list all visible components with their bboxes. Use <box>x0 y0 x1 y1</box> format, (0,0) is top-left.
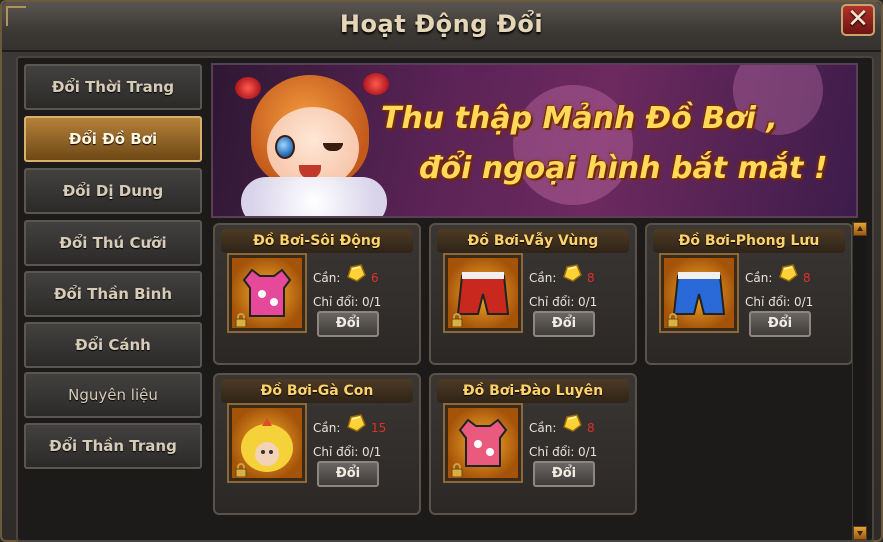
limit-value: 0/1 <box>362 445 382 459</box>
cost-value: 15 <box>371 421 387 435</box>
cost-label: Cần: <box>745 271 773 285</box>
lock-icon <box>450 312 464 328</box>
sidebar-item-di-dung[interactable]: Đổi Dị Dung <box>24 168 202 214</box>
sidebar-item-thoi-trang[interactable]: Đổi Thời Trang <box>24 64 202 110</box>
sidebar-item-thu-cuoi[interactable]: Đổi Thú Cưỡi <box>24 220 202 266</box>
lock-icon <box>234 312 248 328</box>
limit-value: 0/1 <box>578 295 598 309</box>
exchange-button[interactable]: Đổi <box>317 461 379 487</box>
cost-label: Cần: <box>313 421 341 435</box>
mascot-bow <box>363 73 389 95</box>
item-slot[interactable] <box>661 255 737 331</box>
sidebar-item-canh[interactable]: Đổi Cánh <box>24 322 202 368</box>
cost-value: 8 <box>587 421 595 435</box>
mascot-eye <box>275 135 295 159</box>
cost-label: Cần: <box>529 271 557 285</box>
item-name: Đồ Bơi-Đào Luyên <box>437 379 629 403</box>
sidebar-item-than-binh[interactable]: Đổi Thần Binh <box>24 271 202 317</box>
cost-label: Cần: <box>529 421 557 435</box>
gold-ingot-icon <box>777 263 799 283</box>
item-slot[interactable] <box>445 405 521 481</box>
limit-label: Chỉ đổi: <box>529 445 575 459</box>
sidebar-item-do-boi[interactable]: Đổi Đồ Bơi <box>24 116 202 162</box>
item-slot[interactable] <box>445 255 521 331</box>
close-button[interactable]: ✕ <box>841 4 875 36</box>
cost-value: 8 <box>587 271 595 285</box>
banner-subline: đổi ngoại hình bắt mắt ! <box>419 151 828 186</box>
scrollbar[interactable] <box>852 222 867 540</box>
gold-ingot-icon <box>345 413 367 433</box>
window-title: Hoạt Động Đổi <box>339 10 544 38</box>
item-card: Đồ Bơi-Phong Lưu Cần: 8 Chỉ đổi: 0/1 Đổi <box>645 223 853 365</box>
cost-value: 6 <box>371 271 379 285</box>
sidebar-item-nguyen-lieu[interactable]: Nguyên liệu <box>24 372 202 418</box>
item-card: Đồ Bơi-Vẫy Vùng Cần: 8 Chỉ đổi: 0/1 Đổi <box>429 223 637 365</box>
item-name: Đồ Bơi-Sôi Động <box>221 229 413 253</box>
exchange-button[interactable]: Đổi <box>317 311 379 337</box>
sidebar-item-than-trang[interactable]: Đổi Thần Trang <box>24 423 202 469</box>
item-name: Đồ Bơi-Phong Lưu <box>653 229 845 253</box>
lock-icon <box>666 312 680 328</box>
exchange-button[interactable]: Đổi <box>533 311 595 337</box>
limit-value: 0/1 <box>794 295 814 309</box>
item-card: Đồ Bơi-Đào Luyên Cần: 8 Chỉ đổi: 0/1 Đổi <box>429 373 637 515</box>
gold-ingot-icon <box>345 263 367 283</box>
item-card: Đồ Bơi-Gà Con Cần: 15 Chỉ đổi: 0/1 Đổi <box>213 373 421 515</box>
cost-value: 8 <box>803 271 811 285</box>
item-grid: Đồ Bơi-Sôi Động Cần: 6 Chỉ đổi: 0/1 Đổi Đồ Bơi… <box>211 220 853 538</box>
banner-headline: Thu thập Mảnh Đồ Bơi , <box>381 101 778 136</box>
limit-value: 0/1 <box>578 445 598 459</box>
limit-label: Chỉ đổi: <box>745 295 791 309</box>
item-name: Đồ Bơi-Gà Con <box>221 379 413 403</box>
lock-icon <box>234 462 248 478</box>
limit-label: Chỉ đổi: <box>313 445 359 459</box>
gold-ingot-icon <box>561 263 583 283</box>
item-card: Đồ Bơi-Sôi Động Cần: 6 Chỉ đổi: 0/1 Đổi <box>213 223 421 365</box>
scroll-up-arrow-icon[interactable] <box>853 222 867 236</box>
scroll-down-arrow-icon[interactable] <box>853 526 867 540</box>
mascot-bow <box>235 77 261 99</box>
title-bar: Hoạt Động Đổi ✕ <box>2 2 881 52</box>
event-banner: Thu thập Mảnh Đồ Bơi , đổi ngoại hình bắ… <box>211 63 858 218</box>
mascot-fur-collar <box>241 177 387 216</box>
item-name: Đồ Bơi-Vẫy Vùng <box>437 229 629 253</box>
lock-icon <box>450 462 464 478</box>
limit-label: Chỉ đổi: <box>313 295 359 309</box>
limit-label: Chỉ đổi: <box>529 295 575 309</box>
item-slot[interactable] <box>229 255 305 331</box>
exchange-button[interactable]: Đổi <box>749 311 811 337</box>
limit-value: 0/1 <box>362 295 382 309</box>
cost-label: Cần: <box>313 271 341 285</box>
exchange-button[interactable]: Đổi <box>533 461 595 487</box>
gold-ingot-icon <box>561 413 583 433</box>
item-slot[interactable] <box>229 405 305 481</box>
